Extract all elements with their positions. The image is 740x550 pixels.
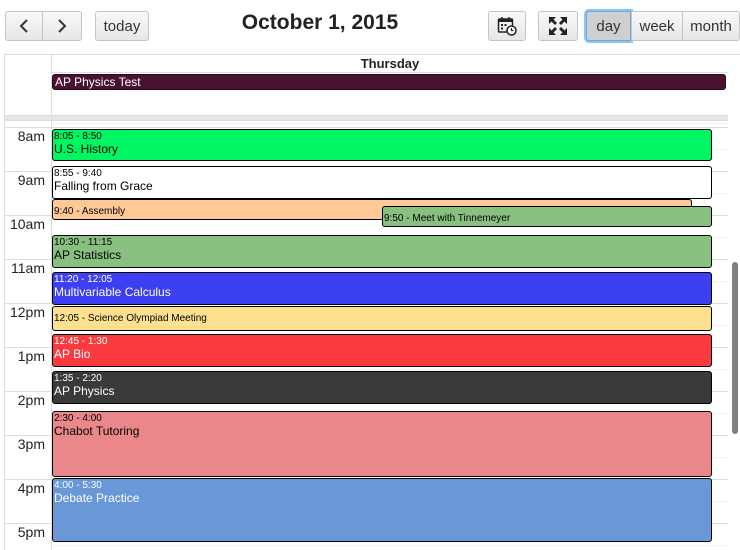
event-time: 9:50 - <box>384 213 413 224</box>
time-axis-label: 11am <box>11 260 45 276</box>
calendar-event[interactable]: 2:30 - 4:00 Chabot Tutoring <box>52 411 712 477</box>
event-time: 8:55 - 9:40 <box>54 168 102 179</box>
event-time: 12:05 - <box>54 313 88 324</box>
calendar-picker-button[interactable] <box>488 11 526 41</box>
time-axis-label: 10am <box>9 216 45 232</box>
event-title: Falling from Grace <box>54 179 153 193</box>
half-hour-gridline <box>51 545 728 546</box>
time-axis-label: 5pm <box>17 524 45 540</box>
event-title: Science Olympiad Meeting <box>87 313 207 324</box>
event-time: 12:45 - 1:30 <box>54 336 108 347</box>
event-time: 10:30 - 11:15 <box>54 237 113 248</box>
page-title: October 1, 2015 <box>241 11 399 34</box>
next-button[interactable] <box>42 11 82 41</box>
view-week-button[interactable]: week <box>631 11 683 41</box>
hour-gridline <box>5 127 728 128</box>
today-button[interactable]: today <box>95 11 149 41</box>
half-hour-gridline <box>51 369 728 370</box>
fullscreen-button[interactable] <box>538 11 578 41</box>
event-time: 8:05 - 8:50 <box>54 131 102 142</box>
allday-divider <box>5 115 728 121</box>
calendar-event[interactable]: 8:55 - 9:40 Falling from Grace <box>52 166 712 199</box>
event-time: 1:35 - 2:20 <box>54 373 102 384</box>
event-time: 4:00 - 5:30 <box>54 480 102 491</box>
time-axis-label: 9am <box>17 172 45 188</box>
chevron-left-icon <box>19 19 29 33</box>
fullscreen-icon <box>548 16 568 36</box>
time-axis-label: 1pm <box>17 348 45 364</box>
event-title: Debate Practice <box>54 491 140 505</box>
calendar-event[interactable]: 12:05 - Science Olympiad Meeting <box>52 306 712 331</box>
allday-event[interactable]: AP Physics Test <box>52 74 726 90</box>
vertical-scrollbar[interactable] <box>732 262 738 434</box>
time-axis-label: 2pm <box>17 392 45 408</box>
time-axis-label: 12pm <box>9 304 45 320</box>
time-axis-label: 4pm <box>17 480 45 496</box>
event-title: AP Bio <box>54 347 91 361</box>
half-hour-gridline <box>51 123 728 124</box>
chevron-right-icon <box>57 19 67 33</box>
calendar-event[interactable]: 8:05 - 8:50 U.S. History <box>52 129 712 161</box>
event-title: U.S. History <box>54 142 119 156</box>
prev-button[interactable] <box>5 11 43 41</box>
event-title: AP Statistics <box>54 248 122 262</box>
event-title: Chabot Tutoring <box>54 424 140 438</box>
view-day-button[interactable]: day <box>586 11 631 41</box>
calendar-event[interactable]: 10:30 - 11:15 AP Statistics <box>52 235 712 268</box>
time-axis-label: 8am <box>17 128 45 144</box>
calendar-clock-icon <box>497 16 517 36</box>
event-title: AP Physics <box>54 384 115 398</box>
calendar-event[interactable]: 12:45 - 1:30 AP Bio <box>52 334 712 367</box>
day-column-header: Thursday <box>51 55 728 73</box>
event-title: Meet with Tinnemeyer <box>412 213 511 224</box>
event-title: Multivariable Calculus <box>54 285 171 299</box>
view-month-button[interactable]: month <box>682 11 740 41</box>
event-time: 11:20 - 12:05 <box>54 274 113 285</box>
event-time: 9:40 - <box>54 206 82 217</box>
time-axis-label: 3pm <box>17 436 45 452</box>
calendar-event[interactable]: 1:35 - 2:20 AP Physics <box>52 371 712 404</box>
event-title: Assembly <box>81 206 126 217</box>
event-time: 2:30 - 4:00 <box>54 413 102 424</box>
calendar-event[interactable]: 9:50 - Meet with Tinnemeyer <box>382 206 712 227</box>
calendar-event[interactable]: 11:20 - 12:05 Multivariable Calculus <box>52 272 712 305</box>
calendar-event[interactable]: 4:00 - 5:30 Debate Practice <box>52 478 712 542</box>
